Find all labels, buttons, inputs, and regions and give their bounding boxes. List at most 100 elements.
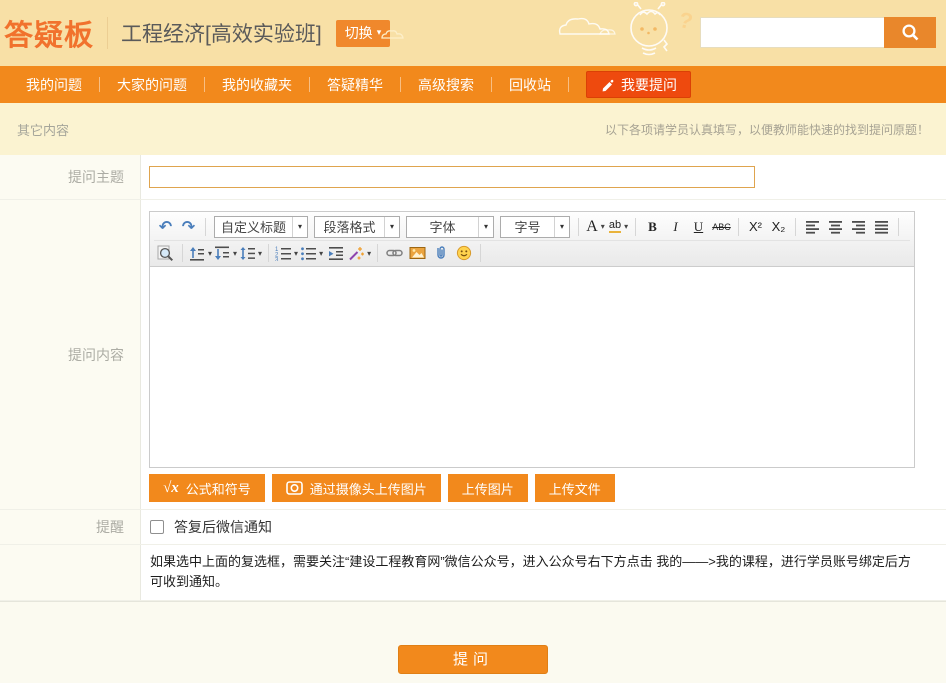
ask-question-button[interactable]: 我要提问: [586, 71, 691, 98]
mascot-icon: [620, 2, 678, 64]
camera-upload-label: 通过摄像头上传图片: [310, 479, 427, 498]
font-family-dropdown[interactable]: 字体 ▾: [406, 216, 494, 238]
align-right-icon[interactable]: [848, 216, 869, 237]
subject-row: 提问主题: [0, 155, 946, 200]
dropdown-label: 段落格式: [315, 217, 384, 237]
toolbar-separator: [377, 244, 378, 262]
strikethrough-icon[interactable]: ABC: [711, 216, 732, 237]
undo-icon[interactable]: ↶: [155, 216, 176, 237]
wechat-notify-label[interactable]: 答复后微信通知: [174, 517, 272, 537]
dropdown-label: 自定义标题: [215, 217, 292, 237]
underline-icon[interactable]: U: [688, 216, 709, 237]
chevron-down-icon: ▾: [258, 249, 262, 258]
chevron-down-icon: ▾: [384, 217, 399, 237]
dropdown-label: 字体: [407, 217, 478, 237]
search-icon: [901, 23, 920, 42]
line-height-icon[interactable]: ▾: [239, 243, 262, 264]
nav-item-qa-highlights[interactable]: 答疑精华: [310, 66, 400, 103]
upload-file-button[interactable]: 上传文件: [535, 474, 615, 502]
nav-item-recycle-bin[interactable]: 回收站: [492, 66, 568, 103]
nav-item-my-questions[interactable]: 我的问题: [9, 66, 99, 103]
bold-icon[interactable]: B: [642, 216, 663, 237]
chevron-down-icon: ▾: [319, 249, 323, 258]
chevron-down-icon: ▾: [377, 27, 382, 38]
toolbar-separator: [480, 244, 481, 262]
superscript-icon[interactable]: X²: [745, 216, 766, 237]
subject-label: 提问主题: [0, 155, 141, 199]
highlight-color-button[interactable]: ab ▾: [608, 216, 629, 237]
page-header: 答疑板 工程经济[高效实验班] 切换 ▾ ?: [0, 0, 946, 66]
wechat-binding-notice: 如果选中上面的复选框，需要关注“建设工程教育网”微信公众号，进入公众号右下方点击…: [141, 545, 946, 600]
fill-in-hint: 以下各项请学员认真填写，以便教师能快速的找到提问原题！: [605, 121, 929, 138]
chevron-down-icon: ▾: [233, 249, 237, 258]
font-color-button[interactable]: A ▾: [585, 216, 606, 237]
nav-item-everyones-questions[interactable]: 大家的问题: [100, 66, 204, 103]
main-nav: 我的问题 大家的问题 我的收藏夹 答疑精华 高级搜索 回收站 我要提问: [0, 66, 946, 103]
subject-input[interactable]: [149, 166, 755, 188]
search-box: [700, 17, 936, 48]
italic-icon[interactable]: I: [665, 216, 686, 237]
insert-image-icon[interactable]: [407, 243, 428, 264]
chevron-down-icon: ▾: [624, 222, 628, 231]
format-wand-icon[interactable]: ▾: [348, 243, 371, 264]
notice-label-empty: [0, 545, 141, 600]
editor-content-area[interactable]: [150, 267, 914, 467]
upload-image-button[interactable]: 上传图片: [448, 474, 528, 502]
nav-item-advanced-search[interactable]: 高级搜索: [401, 66, 491, 103]
chevron-down-icon: ▾: [478, 217, 493, 237]
toolbar-separator: [578, 218, 579, 236]
editor-toolbar: ↶ ↷ 自定义标题 ▾ 段落格式 ▾ 字体 ▾: [150, 212, 914, 267]
upload-file-label: 上传文件: [549, 479, 601, 498]
formula-symbols-button[interactable]: √x 公式和符号: [149, 474, 265, 502]
align-left-icon[interactable]: [802, 216, 823, 237]
paragraph-format-dropdown[interactable]: 段落格式 ▾: [314, 216, 400, 238]
toolbar-separator: [795, 218, 796, 236]
font-size-dropdown[interactable]: 字号 ▾: [500, 216, 570, 238]
camera-upload-button[interactable]: 通过摄像头上传图片: [272, 474, 441, 502]
align-justify-icon[interactable]: [871, 216, 892, 237]
ordered-list-icon[interactable]: 123 ▾: [275, 243, 298, 264]
highlight-icon: ab: [609, 220, 621, 233]
attachment-icon[interactable]: [430, 243, 451, 264]
section-label: 其它内容: [17, 120, 69, 139]
upload-buttons-row: √x 公式和符号 通过摄像头上传图片 上传图片 上传文件: [149, 474, 946, 502]
toolbar-separator: [635, 218, 636, 236]
font-color-icon: A: [586, 218, 598, 236]
indent-icon[interactable]: [325, 243, 346, 264]
paragraph-spacing-top-icon[interactable]: ▾: [189, 243, 212, 264]
align-center-icon[interactable]: [825, 216, 846, 237]
redo-icon[interactable]: ↷: [178, 216, 199, 237]
preview-zoom-icon[interactable]: [155, 243, 176, 264]
switch-course-button[interactable]: 切换 ▾: [336, 20, 391, 47]
paragraph-spacing-bottom-icon[interactable]: ▾: [214, 243, 237, 264]
chevron-down-icon: ▾: [601, 222, 605, 231]
search-input[interactable]: [700, 17, 884, 48]
camera-icon: [286, 480, 303, 496]
nav-item-my-favorites[interactable]: 我的收藏夹: [205, 66, 309, 103]
search-button[interactable]: [884, 17, 936, 48]
rich-text-editor: ↶ ↷ 自定义标题 ▾ 段落格式 ▾ 字体 ▾: [149, 211, 915, 468]
toolbar-separator: [738, 218, 739, 236]
chevron-down-icon: ▾: [294, 249, 298, 258]
custom-title-dropdown[interactable]: 自定义标题 ▾: [214, 216, 308, 238]
submit-question-button[interactable]: 提问: [398, 645, 548, 674]
link-icon[interactable]: [384, 243, 405, 264]
nav-separator: [568, 77, 569, 92]
bullet-list-icon[interactable]: ▾: [300, 243, 323, 264]
wechat-notify-checkbox[interactable]: [150, 520, 164, 534]
pencil-icon: [600, 78, 614, 92]
emoji-icon[interactable]: [453, 243, 474, 264]
content-row: 提问内容 ↶ ↷ 自定义标题 ▾ 段落格式 ▾ 字体: [0, 200, 946, 510]
switch-course-label: 切换: [345, 23, 373, 43]
toolbar-separator: [268, 244, 269, 262]
chevron-down-icon: ▾: [292, 217, 307, 237]
formula-symbols-label: 公式和符号: [186, 479, 251, 498]
chevron-down-icon: ▾: [367, 249, 371, 258]
toolbar-separator: [205, 218, 206, 236]
footer: 提问: [0, 601, 946, 683]
chevron-down-icon: ▾: [208, 249, 212, 258]
subscript-icon[interactable]: X₂: [768, 216, 789, 237]
reminder-label: 提醒: [0, 510, 141, 544]
content-label: 提问内容: [0, 200, 141, 509]
ask-question-label: 我要提问: [621, 75, 677, 95]
